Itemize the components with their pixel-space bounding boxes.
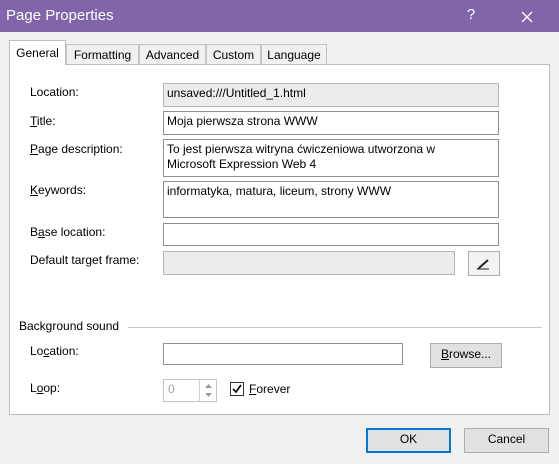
browse-button[interactable]: Browse...: [430, 343, 502, 368]
forever-label[interactable]: Forever: [249, 382, 290, 396]
tab-custom[interactable]: Custom: [206, 44, 261, 65]
tab-advanced[interactable]: Advanced: [139, 44, 206, 65]
title-bar: Page Properties ?: [0, 0, 559, 32]
page-description-line-1: To jest pierwsza witryna ćwiczeniowa utw…: [167, 142, 436, 156]
keywords-field[interactable]: informatyka, matura, liceum, strony WWW: [163, 181, 499, 218]
close-button[interactable]: [513, 6, 541, 28]
window-title: Page Properties: [6, 7, 114, 24]
default-target-frame-field[interactable]: [163, 251, 455, 275]
cancel-button[interactable]: Cancel: [464, 428, 549, 453]
loop-stepper-arrows[interactable]: [199, 380, 216, 401]
background-sound-heading: Background sound: [19, 319, 120, 333]
location-label: Location:: [30, 85, 79, 99]
keywords-label: Keywords:: [30, 183, 87, 197]
loop-stepper[interactable]: 0: [163, 379, 217, 402]
base-location-label: Base location:: [30, 225, 106, 239]
base-location-field[interactable]: [163, 223, 499, 246]
default-target-frame-label: Default target frame:: [30, 253, 140, 267]
section-separator: [128, 327, 542, 328]
title-field[interactable]: Moja pierwsza strona WWW: [163, 111, 499, 135]
page-description-field[interactable]: To jest pierwsza witryna ćwiczeniowa utw…: [163, 139, 499, 177]
close-icon: [521, 11, 533, 23]
general-panel: Location: unsaved:///Untitled_1.html Tit…: [9, 64, 550, 415]
tab-language[interactable]: Language: [261, 44, 327, 65]
loop-label: Loop:: [30, 381, 61, 395]
pencil-icon: [476, 259, 489, 270]
sound-location-label: Location:: [30, 344, 79, 358]
tab-general[interactable]: General: [9, 40, 66, 65]
loop-value: 0: [168, 382, 175, 396]
tab-formatting[interactable]: Formatting: [66, 44, 139, 65]
title-label: Title:: [30, 114, 56, 128]
page-description-label: Page description:: [30, 142, 123, 156]
checkmark-icon: [232, 384, 242, 394]
target-frame-edit-button[interactable]: [468, 251, 500, 276]
help-button[interactable]: ?: [459, 6, 483, 26]
forever-checkbox[interactable]: [230, 382, 244, 396]
page-description-line-2: Microsoft Expression Web 4: [167, 157, 317, 171]
stepper-arrows-icon: [205, 384, 212, 397]
location-field[interactable]: unsaved:///Untitled_1.html: [163, 83, 499, 107]
ok-button[interactable]: OK: [366, 428, 451, 453]
sound-location-field[interactable]: [163, 343, 403, 365]
